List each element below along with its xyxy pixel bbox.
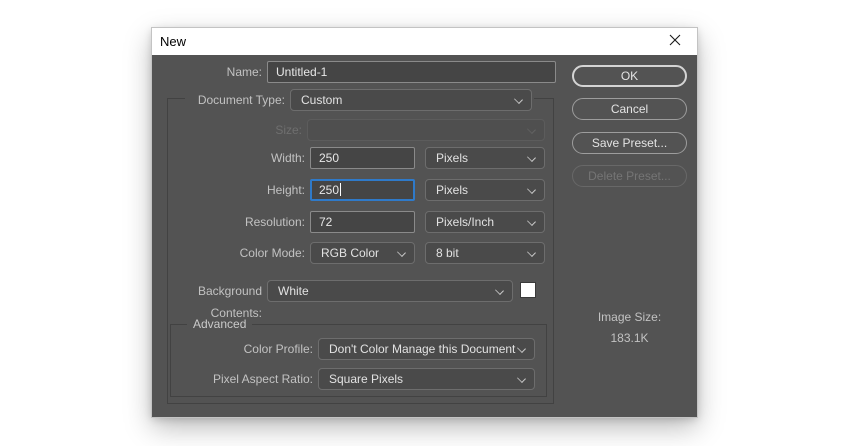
image-size-value: 183.1K bbox=[572, 331, 687, 345]
chevron-down-icon bbox=[527, 217, 536, 226]
titlebar[interactable]: New bbox=[152, 28, 697, 55]
size-dropdown bbox=[307, 119, 545, 141]
resolution-input[interactable]: 72 bbox=[310, 211, 415, 233]
pixel-aspect-ratio-label: Pixel Aspect Ratio: bbox=[152, 368, 313, 390]
background-contents-value: White bbox=[278, 284, 309, 298]
new-document-dialog: New Name: Untitled-1 Document Type: bbox=[152, 28, 697, 417]
chevron-down-icon bbox=[527, 185, 536, 194]
bit-depth-value: 8 bit bbox=[436, 246, 459, 260]
color-mode-dropdown[interactable]: RGB Color bbox=[310, 242, 415, 264]
color-profile-dropdown[interactable]: Don't Color Manage this Document bbox=[318, 338, 535, 360]
chevron-down-icon bbox=[495, 286, 504, 295]
document-type-label: Document Type: bbox=[185, 89, 285, 111]
delete-preset-button: Delete Preset... bbox=[572, 165, 687, 187]
width-label: Width: bbox=[152, 147, 305, 169]
cancel-button[interactable]: Cancel bbox=[572, 98, 687, 120]
text-cursor bbox=[340, 183, 341, 196]
close-icon bbox=[669, 34, 681, 49]
height-label: Height: bbox=[152, 179, 305, 201]
name-input[interactable]: Untitled-1 bbox=[267, 61, 556, 83]
color-profile-label: Color Profile: bbox=[152, 338, 313, 360]
chevron-down-icon bbox=[527, 248, 536, 257]
color-profile-value: Don't Color Manage this Document bbox=[329, 342, 515, 356]
height-input[interactable]: 250 bbox=[310, 179, 415, 201]
chevron-down-icon bbox=[517, 374, 526, 383]
dialog-body: Name: Untitled-1 Document Type: Custom S… bbox=[152, 55, 697, 417]
ok-button[interactable]: OK bbox=[572, 65, 687, 87]
resolution-unit-dropdown[interactable]: Pixels/Inch bbox=[425, 211, 545, 233]
pixel-aspect-ratio-value: Square Pixels bbox=[329, 372, 403, 386]
height-unit-dropdown[interactable]: Pixels bbox=[425, 179, 545, 201]
width-input-value: 250 bbox=[319, 151, 339, 165]
pixel-aspect-ratio-dropdown[interactable]: Square Pixels bbox=[318, 368, 535, 390]
desktop-background: New Name: Untitled-1 Document Type: bbox=[0, 0, 850, 446]
bit-depth-dropdown[interactable]: 8 bit bbox=[425, 242, 545, 264]
document-type-dropdown[interactable]: Custom bbox=[290, 89, 532, 111]
height-input-value: 250 bbox=[319, 183, 339, 197]
background-contents-label: Background Contents: bbox=[152, 280, 262, 302]
color-mode-value: RGB Color bbox=[321, 246, 379, 260]
resolution-label: Resolution: bbox=[152, 211, 305, 233]
background-color-swatch bbox=[520, 282, 536, 298]
image-size-label: Image Size: bbox=[572, 310, 687, 324]
chevron-down-icon bbox=[514, 95, 523, 104]
chevron-down-icon bbox=[527, 125, 536, 134]
resolution-input-value: 72 bbox=[319, 215, 332, 229]
size-label: Size: bbox=[152, 119, 302, 141]
save-preset-button[interactable]: Save Preset... bbox=[572, 132, 687, 154]
chevron-down-icon bbox=[397, 248, 406, 257]
close-button[interactable] bbox=[652, 28, 697, 55]
name-label: Name: bbox=[152, 61, 262, 83]
chevron-down-icon bbox=[517, 344, 526, 353]
document-type-value: Custom bbox=[301, 93, 342, 107]
advanced-section-label: Advanced bbox=[187, 317, 252, 331]
width-input[interactable]: 250 bbox=[310, 147, 415, 169]
background-contents-dropdown[interactable]: White bbox=[267, 280, 513, 302]
name-input-value: Untitled-1 bbox=[276, 65, 327, 79]
color-mode-label: Color Mode: bbox=[152, 242, 305, 264]
resolution-unit-value: Pixels/Inch bbox=[436, 215, 494, 229]
chevron-down-icon bbox=[527, 153, 536, 162]
width-unit-value: Pixels bbox=[436, 151, 468, 165]
window-title: New bbox=[160, 28, 186, 55]
width-unit-dropdown[interactable]: Pixels bbox=[425, 147, 545, 169]
document-type-row: Document Type: Custom bbox=[185, 89, 534, 111]
height-unit-value: Pixels bbox=[436, 183, 468, 197]
